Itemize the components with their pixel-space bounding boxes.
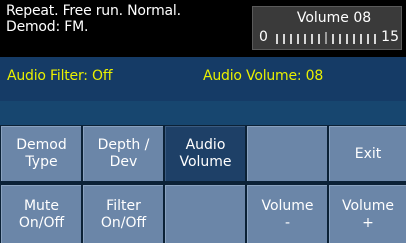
volume-scale-min: 0 [259, 29, 268, 45]
softkey-label: Filter On/Off [100, 197, 147, 231]
softkey-label: Audio Volume [179, 137, 232, 170]
softkey-filter-toggle[interactable]: Filter On/Off [83, 185, 163, 243]
audio-filter-status: Audio Filter: Off [7, 68, 113, 84]
softkey-grid: Demod Type Depth / Dev Audio Volume Exit… [0, 125, 406, 243]
volume-scale-ticks [273, 31, 379, 45]
volume-scale-graphic [276, 32, 376, 44]
softkey-exit[interactable]: Exit [329, 126, 406, 181]
volume-indicator-title: Volume 08 [296, 10, 372, 26]
softkey-audio-volume[interactable]: Audio Volume [165, 126, 245, 181]
status-mode-text: Repeat. Free run. Normal. [6, 3, 181, 19]
softkey-label: Volume - [261, 197, 314, 231]
softkey-demod-type[interactable]: Demod Type [1, 126, 81, 181]
softkey-mute-toggle[interactable]: Mute On/Off [1, 185, 81, 243]
softkey-label: Exit [354, 145, 382, 162]
softkey-depth-dev[interactable]: Depth / Dev [83, 126, 163, 181]
status-bar: Repeat. Free run. Normal. Demod: FM. Vol… [0, 0, 406, 57]
softkey-label: Depth / Dev [97, 137, 150, 170]
audio-volume-status: Audio Volume: 08 [203, 68, 324, 84]
softkey-label: Demod Type [16, 137, 67, 170]
info-panel: Audio Filter: Off Audio Volume: 08 [0, 57, 406, 125]
softkey-blank-bottom[interactable] [165, 185, 245, 243]
softkey-volume-up[interactable]: Volume + [329, 185, 406, 243]
info-panel-divider [0, 101, 406, 125]
volume-indicator: Volume 08 0 15 [252, 6, 402, 50]
softkey-label: Mute On/Off [18, 197, 65, 231]
status-demod-text: Demod: FM. [6, 19, 89, 35]
softkey-blank-top[interactable] [247, 126, 327, 181]
volume-scale-max: 15 [381, 29, 399, 45]
softkey-label: Volume + [341, 197, 395, 231]
softkey-volume-down[interactable]: Volume - [247, 185, 327, 243]
